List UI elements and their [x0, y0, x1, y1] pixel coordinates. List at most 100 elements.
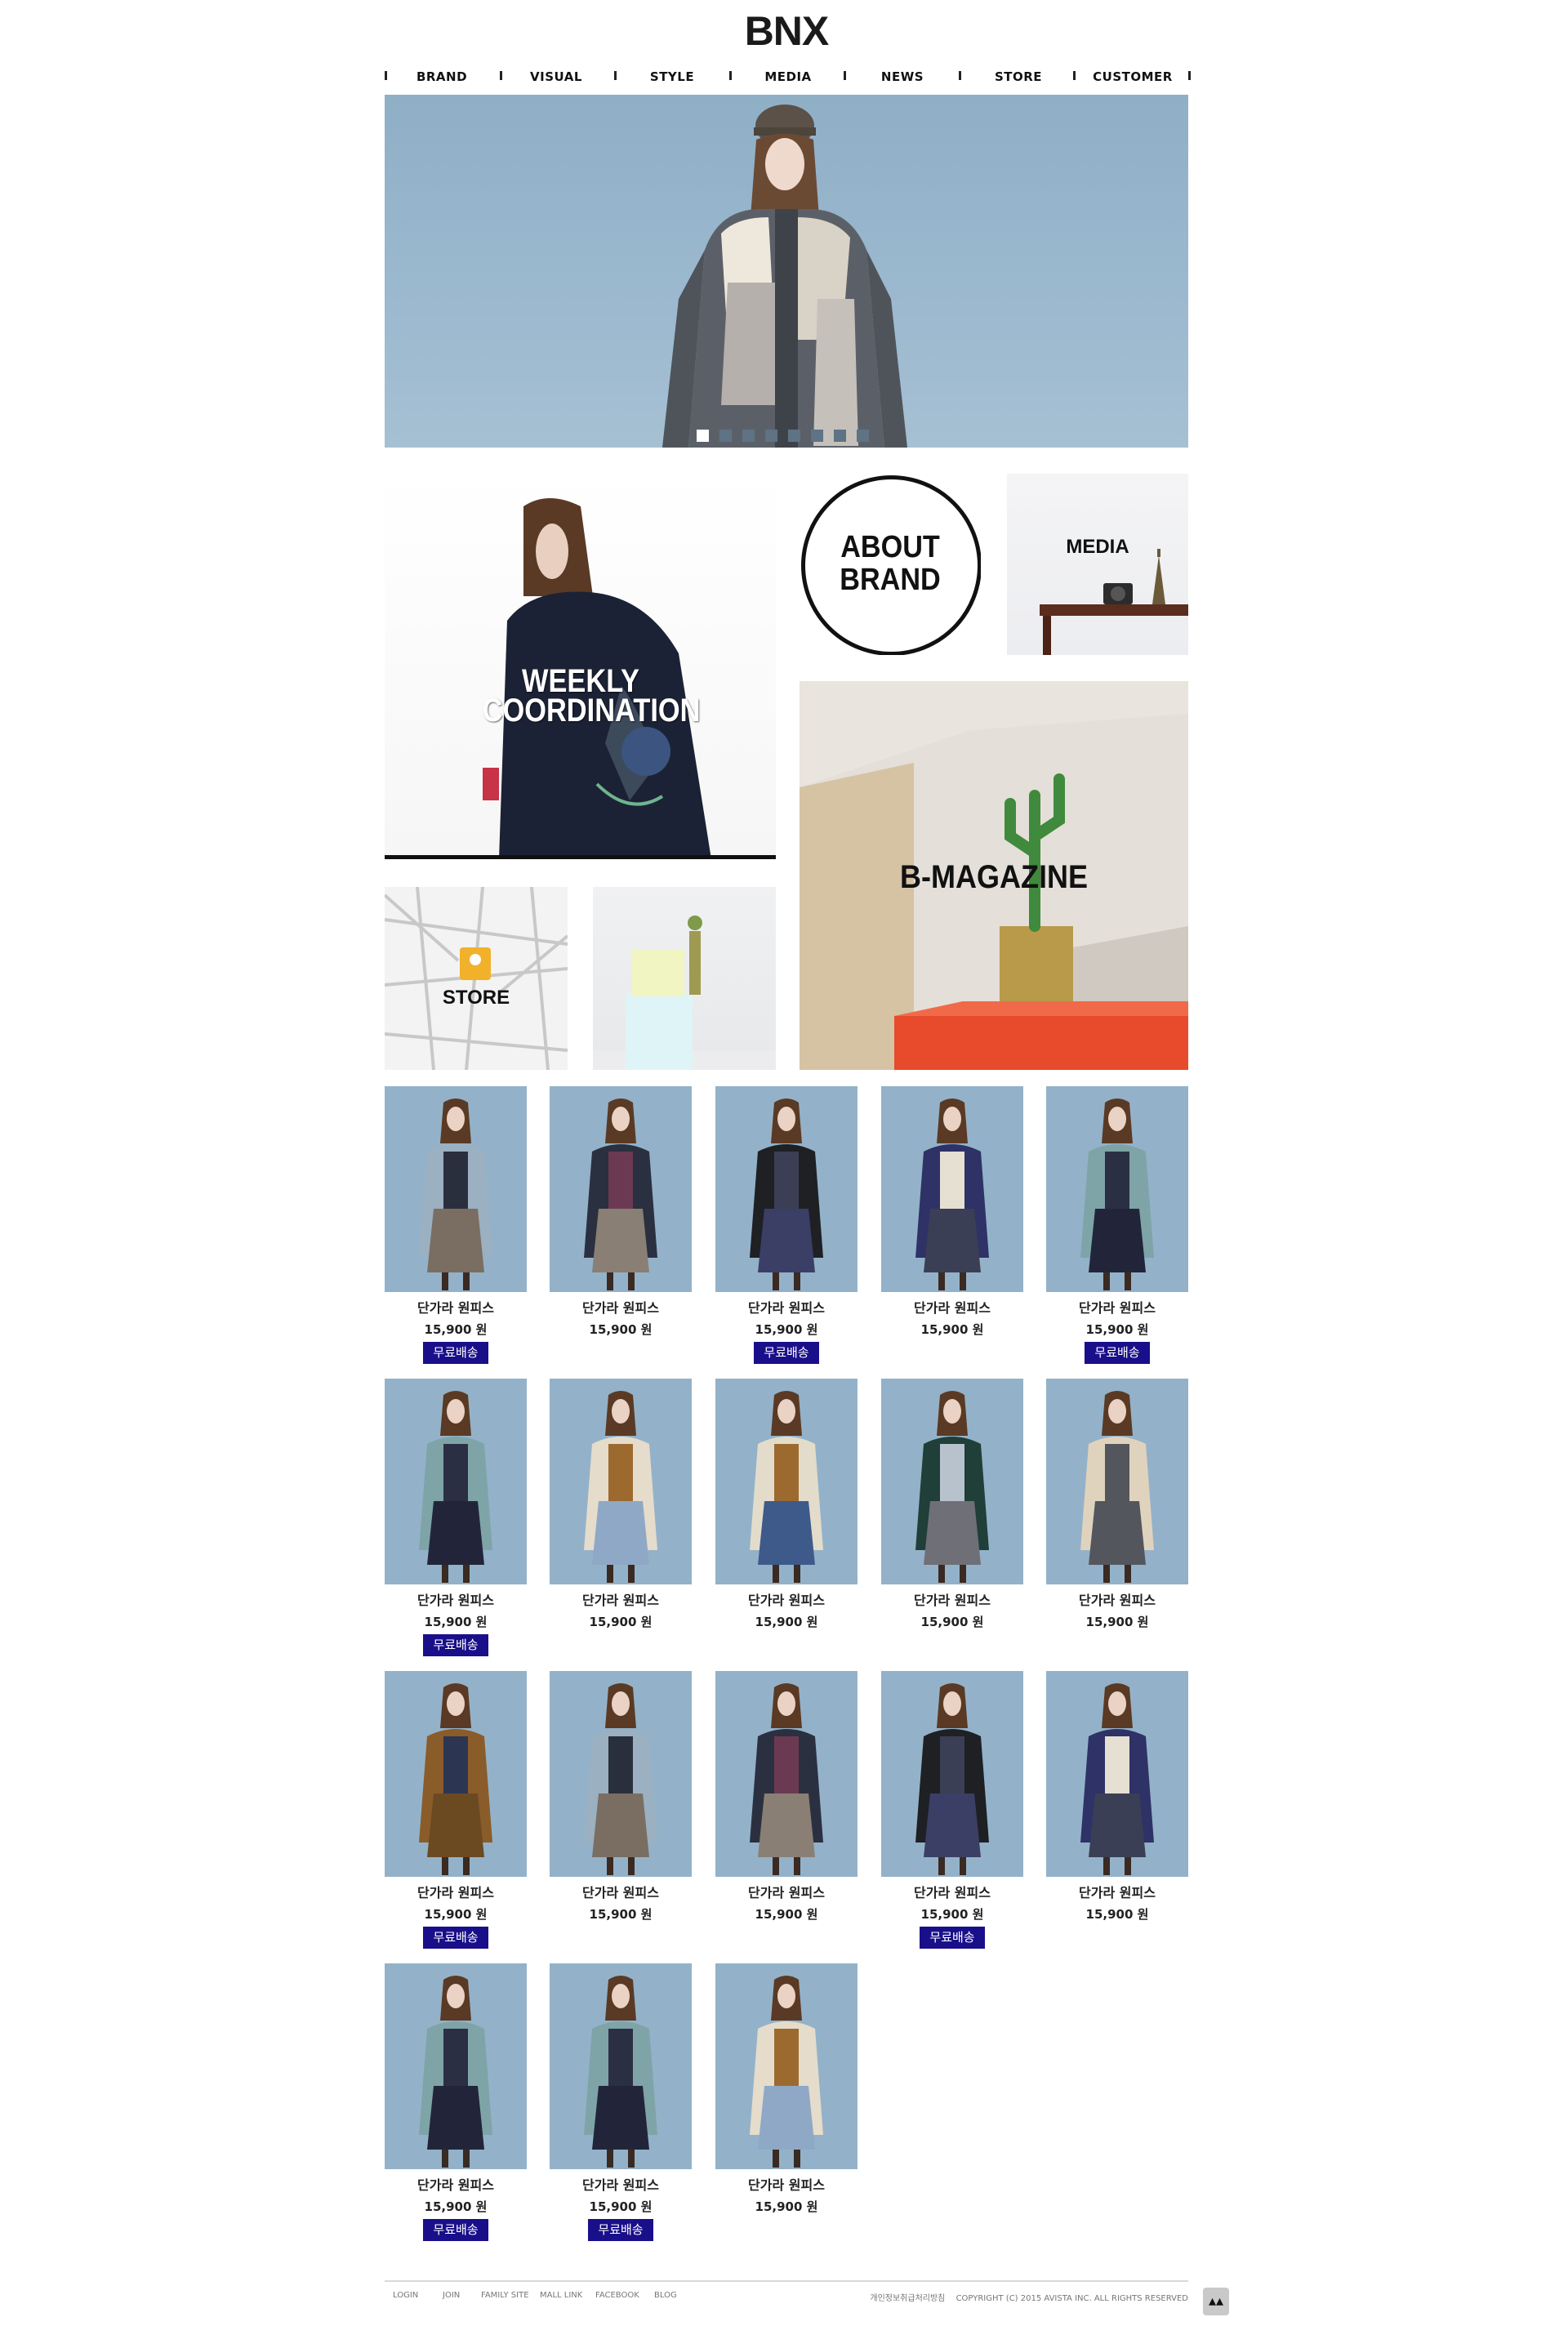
- product-card[interactable]: 단가라 원피스 15,900 원 무료배송: [385, 1379, 527, 1656]
- brand-logo[interactable]: BNX: [726, 11, 847, 51]
- free-shipping-badge: 무료배송: [588, 2219, 653, 2241]
- product-name[interactable]: 단가라 원피스: [385, 2174, 527, 2194]
- product-image[interactable]: [385, 1671, 527, 1877]
- product-card[interactable]: 단가라 원피스 15,900 원 무료배송: [385, 1671, 527, 1949]
- product-name[interactable]: 단가라 원피스: [550, 2174, 692, 2194]
- product-card[interactable]: 단가라 원피스 15,900 원: [1046, 1379, 1188, 1656]
- weekly-coordination-tile[interactable]: WEEKLY COORDINATION: [385, 474, 776, 859]
- product-image[interactable]: [550, 1671, 692, 1877]
- hero-dot[interactable]: [811, 430, 823, 442]
- footer-link-facebook[interactable]: FACEBOOK: [595, 2291, 639, 2300]
- product-card[interactable]: 단가라 원피스 15,900 원 무료배송: [1046, 1086, 1188, 1364]
- about-brand-tile[interactable]: ABOUT BRAND: [800, 474, 981, 655]
- product-image[interactable]: [881, 1671, 1023, 1877]
- product-name[interactable]: 단가라 원피스: [385, 1589, 527, 1609]
- product-card[interactable]: 단가라 원피스 15,900 원: [550, 1379, 692, 1656]
- nav-item-brand[interactable]: BRAND: [385, 67, 499, 87]
- free-shipping-badge: 무료배송: [423, 1342, 488, 1364]
- product-name[interactable]: 단가라 원피스: [881, 1297, 1023, 1317]
- product-image[interactable]: [385, 1963, 527, 2169]
- privacy-policy-link[interactable]: 개인정보취급처리방침: [870, 2294, 945, 2303]
- product-image[interactable]: [715, 1671, 858, 1877]
- media-title: MEDIA: [1066, 536, 1129, 558]
- product-card[interactable]: 단가라 원피스 15,900 원: [715, 1379, 858, 1656]
- hero-slider[interactable]: [385, 95, 1188, 448]
- product-name[interactable]: 단가라 원피스: [881, 1589, 1023, 1609]
- product-card[interactable]: 단가라 원피스 15,900 원: [881, 1379, 1023, 1656]
- product-image[interactable]: [1046, 1086, 1188, 1292]
- hero-dot[interactable]: [719, 430, 732, 442]
- hero-model-image: [662, 105, 907, 448]
- nav-item-visual[interactable]: VISUAL: [499, 67, 613, 87]
- hero-dot[interactable]: [765, 430, 777, 442]
- product-card[interactable]: 단가라 원피스 15,900 원: [715, 1963, 858, 2241]
- product-image[interactable]: [715, 1086, 858, 1292]
- product-name[interactable]: 단가라 원피스: [1046, 1297, 1188, 1317]
- product-image[interactable]: [1046, 1671, 1188, 1877]
- nav-separator: [844, 71, 846, 80]
- product-image[interactable]: [385, 1379, 527, 1584]
- product-name[interactable]: 단가라 원피스: [881, 1882, 1023, 1901]
- product-card[interactable]: 단가라 원피스 15,900 원 무료배송: [385, 1963, 527, 2241]
- product-image[interactable]: [881, 1086, 1023, 1292]
- product-image[interactable]: [385, 1086, 527, 1292]
- nav-item-customer[interactable]: CUSTOMER: [1076, 67, 1190, 87]
- decor-object-tile[interactable]: [593, 887, 776, 1070]
- hero-dot[interactable]: [742, 430, 755, 442]
- media-tile[interactable]: MEDIA: [1007, 474, 1188, 655]
- product-price: 15,900 원: [755, 1615, 818, 1629]
- product-name[interactable]: 단가라 원피스: [715, 1297, 858, 1317]
- product-price: 15,900 원: [920, 1322, 984, 1337]
- product-card[interactable]: 단가라 원피스 15,900 원 무료배송: [385, 1086, 527, 1364]
- product-image[interactable]: [1046, 1379, 1188, 1584]
- product-name[interactable]: 단가라 원피스: [550, 1589, 692, 1609]
- product-price: 15,900 원: [589, 1322, 653, 1337]
- double-chevron-up-icon[interactable]: ▴▴: [1203, 2288, 1229, 2315]
- product-name[interactable]: 단가라 원피스: [715, 2174, 858, 2194]
- product-price: 15,900 원: [424, 1615, 488, 1629]
- product-card[interactable]: 단가라 원피스 15,900 원 무료배송: [715, 1086, 858, 1364]
- footer-link-join[interactable]: JOIN: [443, 2291, 460, 2300]
- product-name[interactable]: 단가라 원피스: [550, 1882, 692, 1901]
- hero-dot[interactable]: [788, 430, 800, 442]
- product-card[interactable]: 단가라 원피스 15,900 원: [550, 1671, 692, 1949]
- product-name[interactable]: 단가라 원피스: [1046, 1882, 1188, 1901]
- product-card[interactable]: 단가라 원피스 15,900 원: [881, 1086, 1023, 1364]
- product-image[interactable]: [550, 1379, 692, 1584]
- hero-dot[interactable]: [697, 430, 709, 442]
- footer-link-login[interactable]: LOGIN: [393, 2291, 418, 2300]
- b-magazine-tile[interactable]: B-MAGAZINE: [800, 681, 1188, 1070]
- product-name[interactable]: 단가라 원피스: [385, 1297, 527, 1317]
- hero-dot[interactable]: [857, 430, 869, 442]
- product-name[interactable]: 단가라 원피스: [550, 1297, 692, 1317]
- product-card[interactable]: 단가라 원피스 15,900 원 무료배송: [550, 1963, 692, 2241]
- product-card[interactable]: 단가라 원피스 15,900 원 무료배송: [881, 1671, 1023, 1949]
- footer-link-family-site[interactable]: FAMILY SITE: [481, 2291, 529, 2300]
- nav-item-style[interactable]: STYLE: [615, 67, 729, 87]
- footer-link-mall-link[interactable]: MALL LINK: [540, 2291, 582, 2300]
- product-image[interactable]: [550, 1963, 692, 2169]
- product-price: 15,900 원: [755, 1907, 818, 1922]
- store-tile[interactable]: STORE: [385, 887, 568, 1070]
- product-price: 15,900 원: [1085, 1322, 1149, 1337]
- b-magazine-title: B-MAGAZINE: [900, 859, 1088, 895]
- about-brand-title: ABOUT BRAND: [840, 530, 941, 597]
- hero-dot[interactable]: [834, 430, 846, 442]
- product-card[interactable]: 단가라 원피스 15,900 원: [550, 1086, 692, 1364]
- nav-item-store[interactable]: STORE: [961, 67, 1076, 87]
- product-name[interactable]: 단가라 원피스: [715, 1882, 858, 1901]
- product-image[interactable]: [881, 1379, 1023, 1584]
- free-shipping-badge: 무료배송: [754, 1342, 819, 1364]
- product-card[interactable]: 단가라 원피스 15,900 원: [715, 1671, 858, 1949]
- product-card[interactable]: 단가라 원피스 15,900 원: [1046, 1671, 1188, 1949]
- product-image[interactable]: [715, 1379, 858, 1584]
- product-name[interactable]: 단가라 원피스: [385, 1882, 527, 1901]
- product-image[interactable]: [715, 1963, 858, 2169]
- footer-link-blog[interactable]: BLOG: [654, 2291, 677, 2300]
- media-camera-image: [1040, 549, 1188, 655]
- product-image[interactable]: [550, 1086, 692, 1292]
- product-name[interactable]: 단가라 원피스: [1046, 1589, 1188, 1609]
- nav-item-media[interactable]: MEDIA: [731, 67, 845, 87]
- nav-item-news[interactable]: NEWS: [845, 67, 960, 87]
- product-name[interactable]: 단가라 원피스: [715, 1589, 858, 1609]
